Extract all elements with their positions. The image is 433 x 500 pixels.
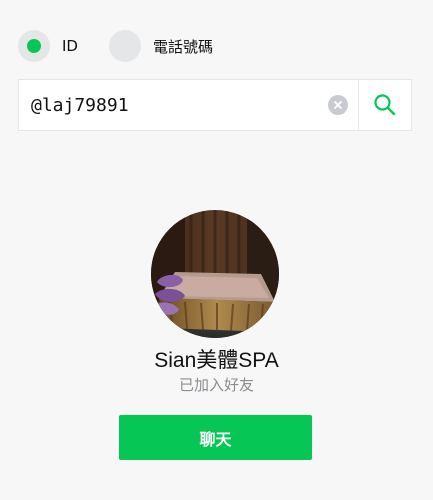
avatar [151,210,279,338]
search-type-selector: ID 電話號碼 [18,30,213,62]
search-icon [374,94,396,116]
radio-label-id: ID [62,37,78,55]
search-button[interactable] [359,80,411,130]
chat-button[interactable]: 聊天 [119,415,312,460]
radio-label-phone: 電話號碼 [152,37,213,56]
clear-icon[interactable] [328,95,348,115]
friend-status: 已加入好友 [178,376,254,394]
profile-name: Sian美體SPA [154,349,279,372]
search-box [18,79,412,131]
radio-selected-icon [18,30,50,62]
radio-option-phone[interactable]: 電話號碼 [108,30,213,62]
search-input[interactable] [19,80,328,130]
radio-option-id[interactable]: ID [18,30,78,62]
avatar-photo [151,210,279,338]
radio-unselected-icon [108,30,141,62]
